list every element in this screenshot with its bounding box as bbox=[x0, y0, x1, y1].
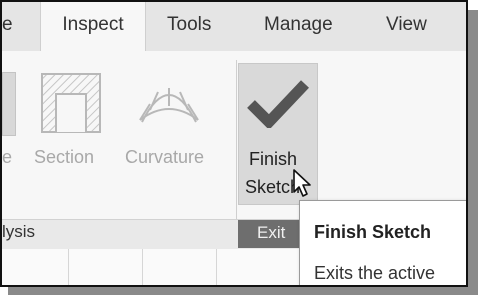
ribbon-tab-bar: e Inspect Tools Manage View bbox=[2, 2, 466, 52]
app-window: e Inspect Tools Manage View e Section Cu… bbox=[0, 0, 468, 287]
section-icon[interactable] bbox=[40, 72, 104, 134]
finish-sketch-label-line1: Finish bbox=[249, 149, 298, 169]
tooltip-title: Finish Sketch bbox=[314, 222, 432, 242]
tab-inspect[interactable]: Inspect bbox=[40, 2, 146, 51]
grid-divider bbox=[142, 249, 143, 285]
grid-divider bbox=[68, 249, 69, 285]
tab-manage[interactable]: Manage bbox=[264, 14, 333, 36]
cursor-icon bbox=[293, 169, 311, 197]
curvature-button-label: Curvature bbox=[125, 147, 205, 167]
tab-partial[interactable]: e bbox=[2, 14, 13, 36]
tooltip-description: Exits the active bbox=[314, 263, 436, 283]
group-label-exit: Exit bbox=[257, 223, 286, 242]
tab-tools[interactable]: Tools bbox=[167, 14, 211, 36]
curvature-icon[interactable] bbox=[136, 74, 202, 132]
partial-button-label: e bbox=[2, 147, 13, 167]
tab-view[interactable]: View bbox=[386, 14, 427, 36]
tooltip: Finish Sketch Exits the active bbox=[299, 200, 466, 285]
checkmark-icon bbox=[247, 80, 309, 128]
grid-divider bbox=[216, 249, 217, 285]
section-button-label: Section bbox=[34, 147, 95, 167]
group-label-analysis: lysis bbox=[2, 222, 36, 241]
partial-icon bbox=[2, 72, 16, 136]
